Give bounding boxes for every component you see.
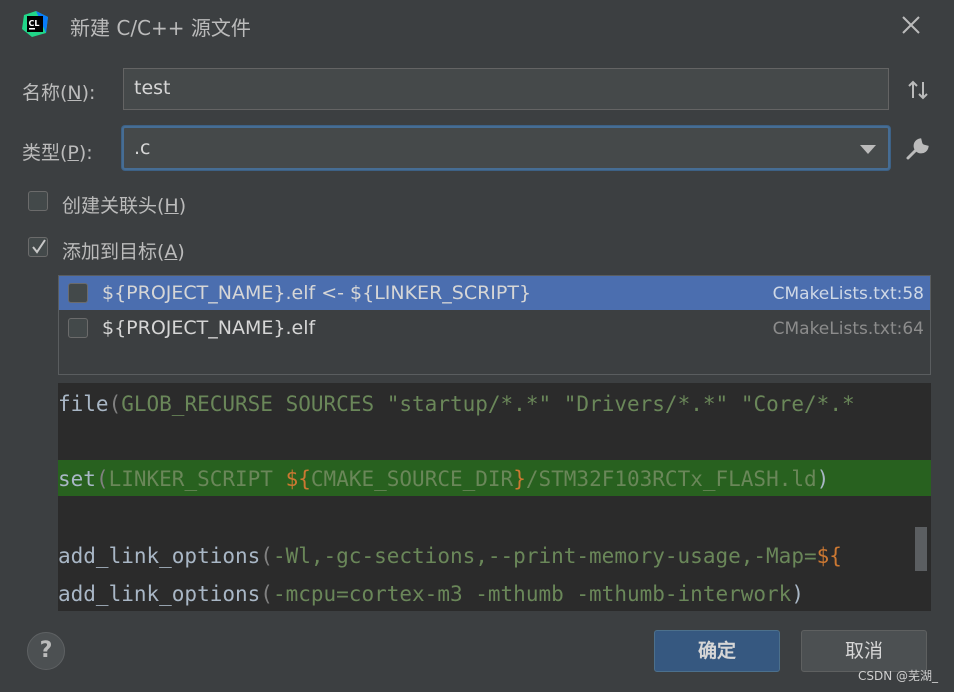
code-preview: file(GLOB_RECURSE SOURCES "startup/*.*" … [58, 383, 931, 611]
target-name: ${PROJECT_NAME}.elf [102, 317, 316, 339]
type-select-value: .c [134, 137, 151, 159]
wrench-icon[interactable] [905, 136, 931, 162]
code-line: add_link_options(-Wl,-gc-sections,--prin… [58, 544, 842, 568]
chevron-down-icon [860, 145, 876, 154]
target-file: CMakeLists.txt:64 [772, 319, 924, 339]
type-select[interactable]: .c [122, 126, 890, 170]
sort-icon[interactable] [906, 78, 930, 102]
help-button[interactable]: ? [27, 632, 65, 670]
target-checkbox[interactable] [68, 318, 88, 338]
add-to-target-checkbox[interactable] [28, 237, 48, 257]
target-file: CMakeLists.txt:58 [772, 284, 924, 304]
app-logo-text: CL [29, 19, 40, 28]
code-line: add_link_options(-mcpu=cortex-m3 -mthumb… [58, 582, 804, 606]
watermark: CSDN @芜湖_ [857, 669, 938, 683]
target-name: ${PROJECT_NAME}.elf <- ${LINKER_SCRIPT} [102, 282, 532, 304]
code-line-highlighted: set(LINKER_SCRIPT ${CMAKE_SOURCE_DIR}/ST… [58, 460, 931, 496]
target-list[interactable]: ${PROJECT_NAME}.elf <- ${LINKER_SCRIPT} … [58, 275, 931, 375]
name-label: 名称(N): [22, 82, 96, 104]
create-header-label: 创建关联头(H) [62, 195, 187, 217]
close-icon[interactable] [898, 12, 924, 38]
checkmark-icon [32, 239, 46, 254]
type-label: 类型(P): [22, 142, 93, 164]
clion-logo-icon: CL [22, 11, 48, 37]
add-to-target-label: 添加到目标(A) [62, 241, 185, 263]
name-input[interactable]: test [123, 68, 889, 110]
name-input-value: test [134, 77, 171, 99]
ok-button[interactable]: 确定 [654, 630, 780, 672]
target-row[interactable]: ${PROJECT_NAME}.elf <- ${LINKER_SCRIPT} … [59, 276, 930, 310]
code-scrollbar[interactable] [915, 527, 927, 571]
cancel-button[interactable]: 取消 [801, 630, 927, 672]
dialog-title: 新建 C/C++ 源文件 [70, 16, 251, 40]
create-header-checkbox[interactable] [28, 191, 48, 211]
code-line: file(GLOB_RECURSE SOURCES "startup/*.*" … [58, 392, 855, 416]
target-row[interactable]: ${PROJECT_NAME}.elf CMakeLists.txt:64 [59, 311, 930, 345]
target-checkbox[interactable] [68, 283, 88, 303]
